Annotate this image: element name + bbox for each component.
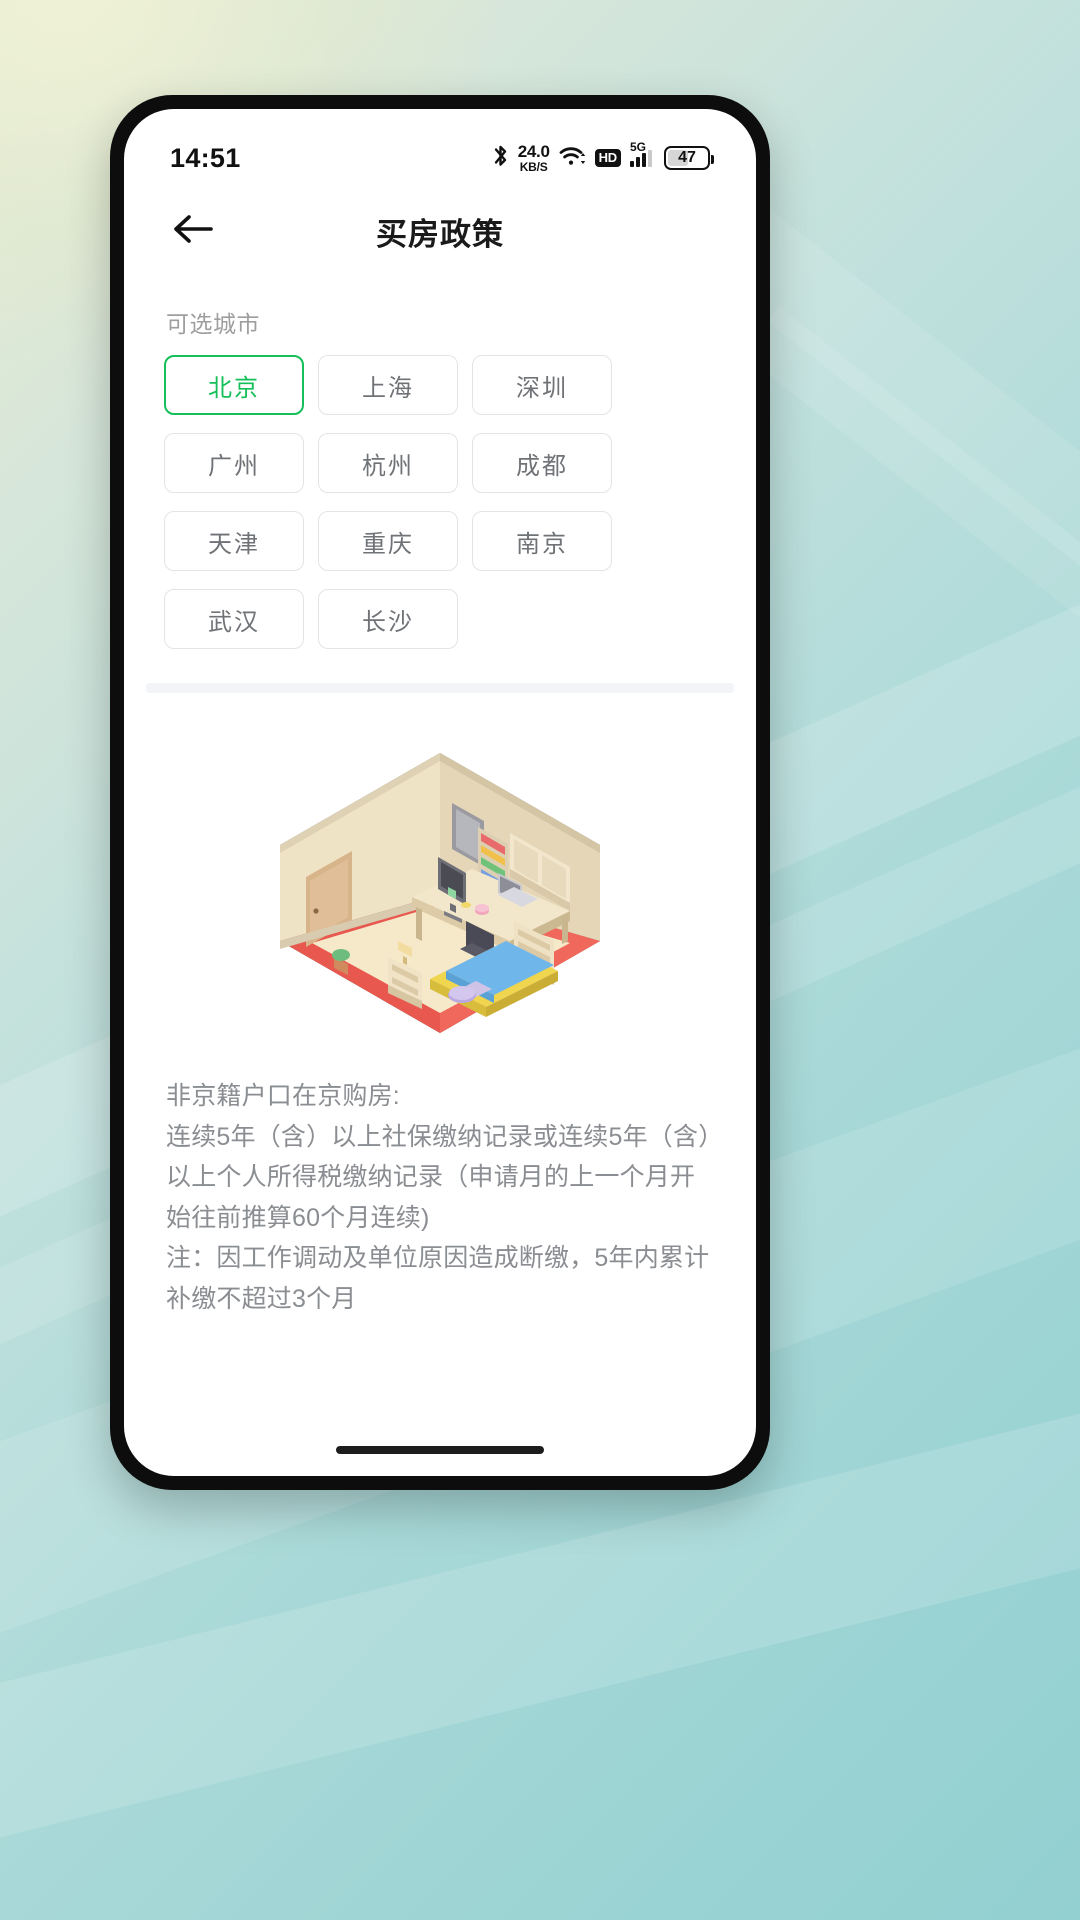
isometric-bedroom-illustration bbox=[270, 745, 610, 1040]
hd-call-icon: HD bbox=[594, 149, 621, 167]
city-chip-长沙[interactable]: 长沙 bbox=[318, 589, 458, 649]
section-divider-wrap bbox=[124, 649, 756, 693]
app-header: 买房政策 bbox=[124, 185, 756, 277]
city-chip-北京[interactable]: 北京 bbox=[164, 355, 304, 415]
city-chip-label: 长沙 bbox=[362, 608, 414, 636]
policy-body-text: 非京籍户口在京购房: 连续5年（含）以上社保缴纳记录或连续5年（含）以上个人所得… bbox=[166, 1082, 711, 1313]
battery-icon: 47 bbox=[664, 146, 714, 170]
page-content: 可选城市 北京 上海 深圳 广州 杭州 成都 天津 重庆 南京 武汉 长沙 非京… bbox=[124, 277, 756, 1476]
city-chip-成都[interactable]: 成都 bbox=[472, 433, 612, 493]
bluetooth-icon bbox=[492, 143, 509, 174]
home-indicator-wrap bbox=[124, 1446, 756, 1476]
city-chip-grid: 北京 上海 深圳广州 杭州 成都天津 重庆 南京武汉 长沙 bbox=[124, 355, 756, 649]
city-chip-label: 武汉 bbox=[208, 608, 260, 636]
city-chip-武汉[interactable]: 武汉 bbox=[164, 589, 304, 649]
city-chip-天津[interactable]: 天津 bbox=[164, 511, 304, 571]
wifi-icon bbox=[559, 145, 586, 172]
section-divider bbox=[146, 683, 734, 693]
network-generation-label: 5G bbox=[630, 139, 647, 154]
back-button[interactable] bbox=[164, 202, 222, 260]
city-chip-重庆[interactable]: 重庆 bbox=[318, 511, 458, 571]
phone-mockup: 14:51 24.0 KB/S HD 5G 47 买房政策 可选城市 北京 上海… bbox=[110, 95, 770, 1490]
city-chip-广州[interactable]: 广州 bbox=[164, 433, 304, 493]
back-arrow-icon bbox=[171, 212, 215, 251]
illustration-container bbox=[124, 693, 756, 1054]
status-bar: 14:51 24.0 KB/S HD 5G 47 bbox=[124, 109, 756, 185]
status-bar-icons: 24.0 KB/S HD 5G 47 bbox=[492, 141, 714, 174]
city-chip-南京[interactable]: 南京 bbox=[472, 511, 612, 571]
city-chip-label: 上海 bbox=[362, 374, 414, 402]
city-chip-杭州[interactable]: 杭州 bbox=[318, 433, 458, 493]
city-section-label: 可选城市 bbox=[166, 311, 260, 337]
phone-screen: 14:51 24.0 KB/S HD 5G 47 买房政策 可选城市 北京 上海… bbox=[124, 109, 756, 1476]
city-chip-label: 深圳 bbox=[516, 374, 568, 402]
city-chip-label: 重庆 bbox=[362, 530, 414, 558]
city-chip-label: 杭州 bbox=[362, 452, 414, 480]
city-chip-深圳[interactable]: 深圳 bbox=[472, 355, 612, 415]
city-chip-上海[interactable]: 上海 bbox=[318, 355, 458, 415]
network-speed-value: 24.0 bbox=[517, 142, 550, 161]
network-speed-indicator: 24.0 KB/S bbox=[518, 143, 550, 173]
city-chip-label: 广州 bbox=[208, 452, 260, 480]
city-chip-label: 南京 bbox=[516, 530, 568, 558]
network-speed-unit: KB/S bbox=[519, 160, 548, 174]
city-chip-label: 成都 bbox=[516, 452, 568, 480]
home-indicator[interactable] bbox=[336, 1446, 544, 1454]
status-bar-clock: 14:51 bbox=[170, 142, 241, 173]
battery-percentage: 47 bbox=[678, 149, 696, 166]
cellular-signal-icon: 5G bbox=[630, 141, 652, 167]
city-chip-label: 天津 bbox=[208, 530, 260, 558]
city-chip-label: 北京 bbox=[208, 374, 260, 402]
